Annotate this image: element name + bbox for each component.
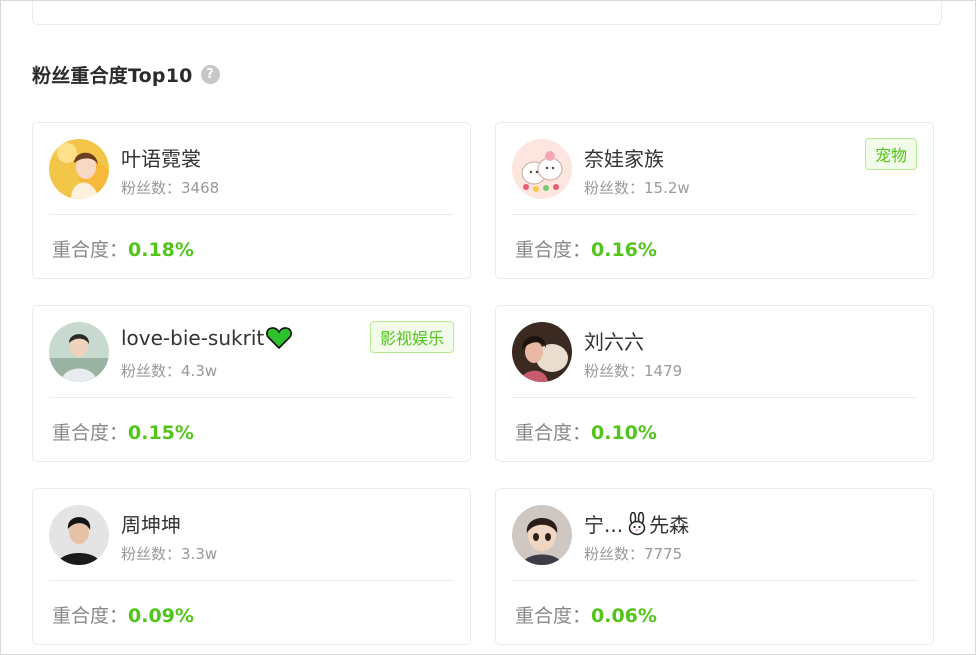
avatar[interactable]	[512, 505, 572, 565]
overlap-rate: 重合度：0.10%	[515, 422, 657, 444]
avatar[interactable]	[512, 322, 572, 382]
account-card[interactable]: 奈娃家族 粉丝数：15.2w 宠物 重合度：0.16%	[495, 122, 934, 279]
account-card[interactable]: 宁... 先森 粉丝数：7775 重合度：0.06%	[495, 488, 934, 645]
avatar[interactable]	[49, 505, 109, 565]
divider	[49, 580, 454, 581]
section-title: 粉丝重合度Top10	[32, 65, 193, 87]
divider	[512, 214, 917, 215]
divider	[49, 214, 454, 215]
overlap-value: 0.15%	[128, 422, 194, 444]
avatar[interactable]	[512, 139, 572, 199]
green-heart-icon	[266, 327, 293, 349]
account-name[interactable]: 奈娃家族	[584, 143, 664, 172]
overlap-rate: 重合度：0.15%	[52, 422, 194, 444]
divider	[512, 580, 917, 581]
avatar[interactable]	[49, 139, 109, 199]
previous-section-card	[32, 1, 942, 25]
account-name[interactable]: 叶语霓裳	[121, 143, 201, 172]
fan-count: 粉丝数：4.3w	[121, 362, 218, 380]
overlap-value: 0.18%	[128, 239, 194, 261]
account-card[interactable]: love-bie-sukrit 粉丝数：4.3w 影视娱乐 重合度：0.15%	[32, 305, 471, 462]
category-tag: 影视娱乐	[369, 321, 454, 353]
fan-count: 粉丝数：7775	[584, 545, 683, 563]
fan-count: 粉丝数：1479	[584, 362, 683, 380]
account-name[interactable]: 周坤坤	[121, 509, 181, 538]
account-name[interactable]: 宁... 先森	[584, 509, 689, 538]
divider	[512, 397, 917, 398]
category-tag: 宠物	[864, 138, 917, 170]
account-card[interactable]: 周坤坤 粉丝数：3.3w 重合度：0.09%	[32, 488, 471, 645]
question-circle-icon[interactable]: ?	[200, 65, 220, 84]
account-card[interactable]: 叶语霓裳 粉丝数：3468 重合度：0.18%	[32, 122, 471, 279]
rabbit-icon	[625, 511, 649, 536]
fan-count: 粉丝数：3468	[121, 179, 220, 197]
overlap-rate: 重合度：0.16%	[515, 239, 657, 261]
fan-count: 粉丝数：15.2w	[584, 179, 690, 197]
fan-count: 粉丝数：3.3w	[121, 545, 218, 563]
fan-overlap-panel: 粉丝重合度Top10 ? 叶语霓裳 粉丝数：3468 重合度：0.18% 奈娃家…	[0, 0, 976, 655]
section-header: 粉丝重合度Top10 ?	[32, 61, 220, 88]
avatar[interactable]	[49, 322, 109, 382]
overlap-rate: 重合度：0.09%	[52, 605, 194, 627]
overlap-value: 0.10%	[591, 422, 657, 444]
divider	[49, 397, 454, 398]
overlap-value: 0.06%	[591, 605, 657, 627]
overlap-rate: 重合度：0.18%	[52, 239, 194, 261]
account-card[interactable]: 刘六六 粉丝数：1479 重合度：0.10%	[495, 305, 934, 462]
overlap-rate: 重合度：0.06%	[515, 605, 657, 627]
overlap-value: 0.16%	[591, 239, 657, 261]
account-name[interactable]: love-bie-sukrit	[121, 326, 293, 350]
account-name[interactable]: 刘六六	[584, 326, 644, 355]
overlap-value: 0.09%	[128, 605, 194, 627]
